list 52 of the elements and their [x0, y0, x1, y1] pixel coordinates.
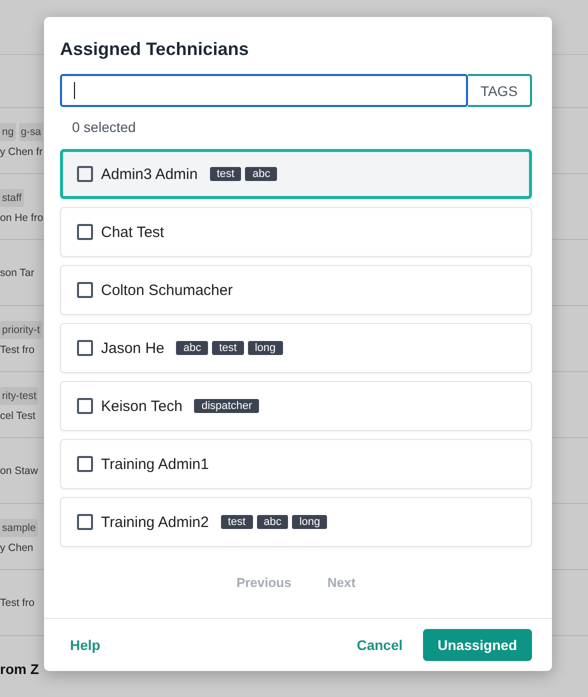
tag-label: long: [292, 515, 328, 529]
checkbox[interactable]: [77, 224, 93, 240]
tag-label: staff: [0, 189, 24, 207]
tags-button[interactable]: TAGS: [468, 74, 532, 107]
checkbox[interactable]: [77, 282, 93, 298]
technician-item[interactable]: Admin3 Admin test abc: [60, 149, 532, 199]
tag-label: rity-test: [0, 387, 38, 405]
technician-name: Chat Test: [101, 224, 164, 240]
technician-item[interactable]: Keison Tech dispatcher: [60, 381, 532, 431]
tag-label: abc: [245, 167, 278, 181]
cancel-button[interactable]: Cancel: [356, 633, 403, 657]
tag-label: abc: [176, 341, 208, 355]
selected-count: 0 selected: [72, 119, 137, 135]
tag-label: long: [248, 341, 283, 355]
checkbox[interactable]: [77, 514, 93, 530]
tag-label: sample: [0, 519, 38, 537]
technician-item[interactable]: Training Admin2 test abc long: [60, 497, 532, 547]
technician-name: Admin3 Admin: [101, 166, 198, 182]
checkbox[interactable]: [77, 398, 93, 414]
tag-label: test: [212, 341, 244, 355]
technician-item[interactable]: Training Admin1: [60, 439, 532, 489]
tag-label: test: [220, 515, 253, 529]
technician-item[interactable]: Jason He abc test long: [60, 323, 532, 373]
row-subtitle: son Tar: [0, 266, 34, 278]
technician-name: Jason He: [101, 340, 164, 356]
technician-name: Training Admin1: [101, 456, 209, 472]
row-subtitle: y Chen fr: [0, 146, 43, 158]
unassigned-button[interactable]: Unassigned: [422, 629, 532, 661]
tag-label: priority-t: [0, 321, 42, 339]
row-subtitle: Test fro: [0, 344, 34, 356]
tag-label: ng: [0, 123, 16, 141]
checkbox[interactable]: [77, 166, 93, 182]
row-subtitle: cel Test: [0, 410, 36, 422]
search-field[interactable]: [60, 74, 468, 107]
row-subtitle: on He fro: [0, 212, 44, 224]
row-subtitle: on Staw: [0, 464, 38, 476]
technician-name: Training Admin2: [101, 514, 209, 530]
technician-item[interactable]: Colton Schumacher: [60, 265, 532, 315]
tag-label: abc: [256, 515, 288, 529]
help-link[interactable]: Help: [70, 633, 100, 657]
dialog-title: Assigned Technicians: [60, 39, 250, 60]
technician-item[interactable]: Chat Test: [60, 207, 532, 257]
checkbox[interactable]: [77, 340, 93, 356]
row-subtitle: Test fro: [0, 596, 34, 608]
tag-label: dispatcher: [194, 399, 260, 413]
tag-label: test: [210, 167, 242, 181]
technician-name: Colton Schumacher: [101, 282, 233, 298]
row-subtitle: y Chen: [0, 542, 34, 554]
checkbox[interactable]: [77, 456, 93, 472]
technician-name: Keison Tech: [101, 398, 182, 414]
tag-label: g-sa: [18, 123, 44, 141]
row-title: rom Z: [0, 660, 39, 676]
